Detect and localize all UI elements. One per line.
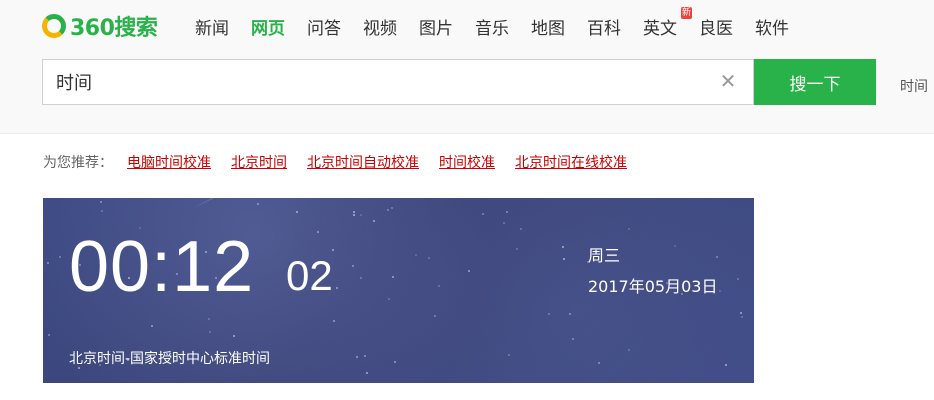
nav-item-doctor[interactable]: 良医 [699,14,733,39]
header: 360搜索 新闻 网页 问答 视频 图片 音乐 地图 百科 英文 新 良医 软件… [0,0,934,134]
star-dot [569,313,571,315]
star-dot [151,325,153,327]
clock-source: 北京时间-国家授时中心标准时间 [69,351,271,367]
star-dot [392,276,394,278]
search-box: ✕ [42,59,754,105]
star-dot [360,214,362,216]
shooting-star-decoration [192,198,300,209]
star-dot [47,262,49,264]
star-dot [353,211,355,213]
star-dot [101,210,103,212]
star-dot [434,315,436,317]
star-dot [506,211,508,213]
star-dot [428,257,430,259]
nav-bar: 新闻 网页 问答 视频 图片 音乐 地图 百科 英文 新 良医 软件 [195,6,811,40]
clock-weekday: 周三 [588,246,621,265]
star-dot [364,355,366,357]
star-dot [674,245,676,247]
star-dot [725,364,727,366]
star-dot [716,256,718,258]
star-dot [563,258,565,260]
star-dot [572,338,574,340]
star-dot [415,254,417,256]
star-dot [100,201,102,203]
new-badge: 新 [681,6,693,19]
nav-item-music[interactable]: 音乐 [475,14,509,39]
star-dot [360,277,362,279]
search-button[interactable]: 搜一下 [754,59,876,105]
star-dot [333,320,335,322]
star-dot [394,361,396,363]
nav-item-map[interactable]: 地图 [531,14,565,39]
star-dot [737,278,739,280]
nav-item-web[interactable]: 网页 [251,14,285,39]
star-dot [628,228,630,230]
side-text[interactable]: 时间 [900,76,928,96]
star-dot [508,354,510,356]
nav-item-images[interactable]: 图片 [419,14,453,39]
clock-card: 00:12 02 周三 2017年05月03日 北京时间-国家授时中心标准时间 [43,198,754,383]
star-dot [482,213,484,215]
star-dot [628,349,630,351]
logo-text: 360搜索 [70,16,158,41]
star-dot [233,335,235,337]
recommend-label: 为您推荐： [43,155,113,171]
star-dot [719,290,721,292]
star-dot [503,222,505,224]
nav-item-video[interactable]: 视频 [363,14,397,39]
star-dot [352,265,354,267]
clear-icon[interactable]: ✕ [717,70,739,92]
nav-item-english[interactable]: 英文 新 [643,6,693,39]
recommend-link[interactable]: 时间校准 [439,152,495,172]
star-dot [336,287,338,289]
clock-seconds: 02 [286,252,333,299]
star-dot [59,256,61,258]
nav-item-software[interactable]: 软件 [755,14,789,39]
star-dot [373,220,375,222]
star-dot [740,312,742,314]
nav-item-news[interactable]: 新闻 [195,14,229,39]
star-dot [562,246,564,248]
star-dot [296,211,298,213]
nav-item-baike[interactable]: 百科 [587,14,621,39]
clock-date: 2017年05月03日 [588,277,718,296]
star-dot [387,209,389,211]
recommend-link[interactable]: 北京时间在线校准 [515,152,627,172]
star-dot [317,231,319,233]
star-dot [208,318,210,320]
star-dot [388,298,390,300]
clock-hours-minutes: 00:12 [69,227,255,307]
star-dot [438,285,440,287]
recommend-link[interactable]: 北京时间自动校准 [307,152,419,172]
search-input[interactable] [43,60,713,104]
star-dot [257,203,259,205]
star-dot [520,228,522,230]
recommend-link[interactable]: 北京时间 [231,152,287,172]
star-dot [741,316,743,318]
nav-item-english-label: 英文 [643,18,677,39]
star-dot [548,313,550,315]
star-dot [598,362,600,364]
star-dot [353,214,355,216]
star-dot [468,270,470,272]
nav-item-qa[interactable]: 问答 [307,14,341,39]
star-dot [391,207,393,209]
star-dot [209,331,211,333]
star-dot [366,372,368,374]
logo-icon [42,14,66,38]
recommend-link[interactable]: 电脑时间校准 [127,152,211,172]
recommend-bar: 为您推荐： 电脑时间校准 北京时间 北京时间自动校准 时间校准 北京时间在线校准 [43,151,647,173]
star-dot [48,334,50,336]
star-dot [356,356,358,358]
star-dot [516,248,518,250]
logo[interactable]: 360搜索 [42,9,158,43]
